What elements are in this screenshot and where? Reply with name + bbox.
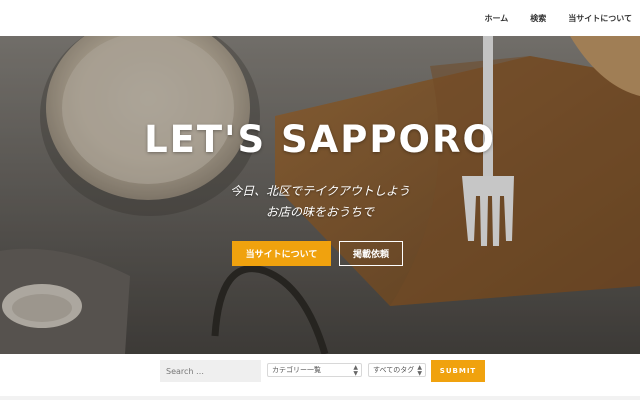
hero-subtitle-line-2: お店の味をおうちで: [265, 205, 374, 219]
nav-item-search[interactable]: 検索: [530, 13, 546, 24]
about-button[interactable]: 当サイトについて: [232, 241, 331, 266]
select-arrows-icon: ▲ ▼: [353, 364, 358, 377]
hero-title: LET'S SAPPORO: [144, 118, 496, 161]
search-bar: カテゴリー一覧 ▲▼ すべてのタグ ▲▼ SUBMIT: [0, 354, 640, 400]
select-arrows-icon: ▲ ▼: [417, 364, 422, 377]
divider: [0, 396, 640, 400]
hero-subtitle-line-1: 今日、北区でテイクアウトしよう: [230, 184, 410, 198]
tag-select-value: すべてのタグ: [373, 366, 415, 374]
category-select-value: カテゴリー一覧: [272, 366, 321, 374]
nav-item-about[interactable]: 当サイトについて: [568, 13, 632, 24]
category-select[interactable]: カテゴリー一覧 ▲ ▼: [267, 363, 362, 377]
nav-item-home[interactable]: ホーム: [484, 13, 508, 24]
search-input[interactable]: [160, 360, 261, 382]
hero-section: LET'S SAPPORO 今日、北区でテイクアウトしよう お店の味をおうちで …: [0, 36, 640, 354]
top-navigation: ホーム 検索 当サイトについて: [0, 0, 640, 36]
submit-button[interactable]: SUBMIT: [431, 360, 485, 382]
tag-select[interactable]: すべてのタグ ▲ ▼: [368, 363, 426, 377]
listing-request-button[interactable]: 掲載依頼: [339, 241, 403, 266]
